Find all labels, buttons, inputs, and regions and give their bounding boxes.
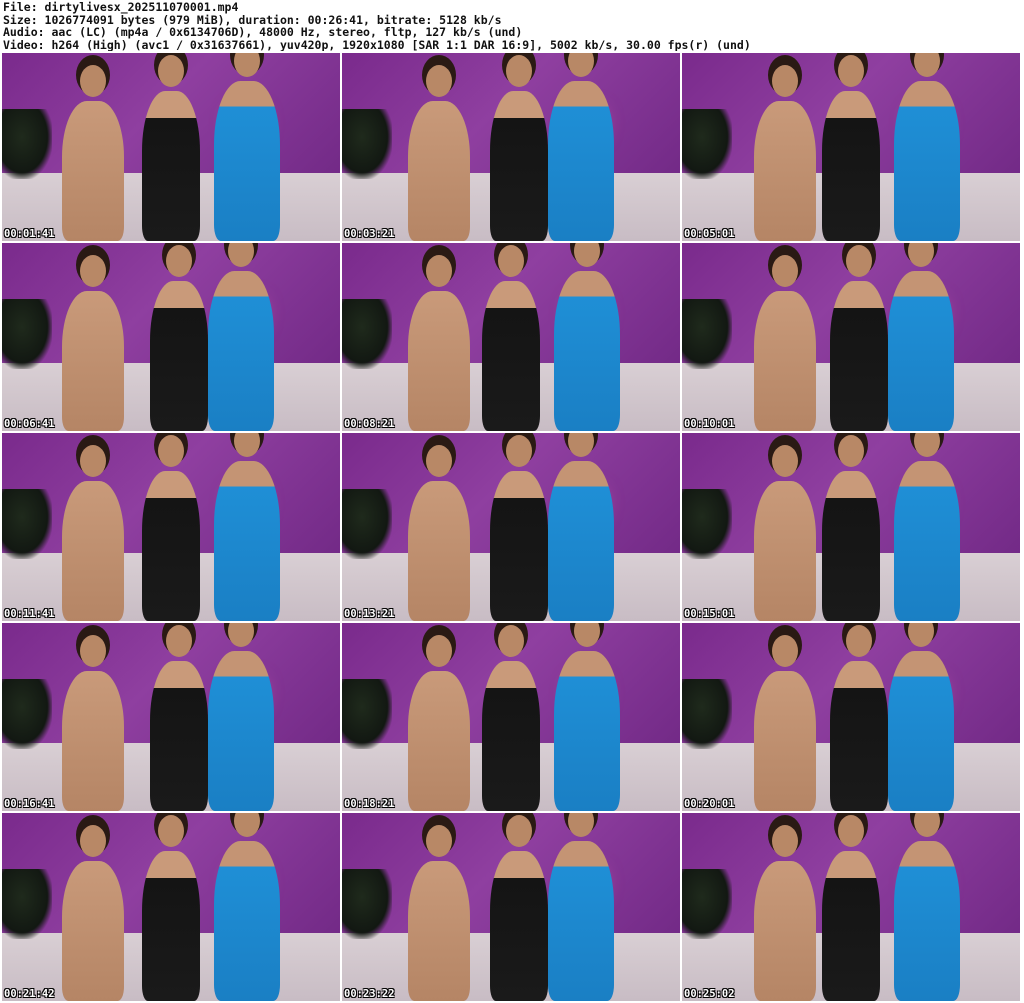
person-silhouette (214, 813, 280, 1001)
person-silhouette (150, 625, 208, 811)
video-thumbnail: 00:13:21 (342, 433, 680, 621)
thumbnail-timestamp: 00:15:01 (684, 608, 735, 620)
plant-decoration (2, 489, 52, 560)
video-thumbnail: 00:21:42 (2, 813, 340, 1001)
video-thumbnail: 00:20:01 (682, 623, 1020, 811)
person-silhouette (754, 65, 816, 241)
person-silhouette (894, 813, 960, 1001)
plant-decoration (682, 489, 732, 560)
video-thumbnail: 00:08:21 (342, 243, 680, 431)
thumbnail-timestamp: 00:25:02 (684, 988, 735, 1000)
file-name-line: File: dirtylivesx_202511070001.mp4 (3, 1, 239, 14)
plant-decoration (682, 869, 732, 940)
person-silhouette (142, 55, 200, 241)
video-thumbnail: 00:01:41 (2, 53, 340, 241)
person-silhouette (62, 825, 124, 1001)
thumbnail-timestamp: 00:18:21 (344, 798, 395, 810)
person-silhouette (888, 623, 954, 811)
thumbnail-timestamp: 00:01:41 (4, 228, 55, 240)
person-silhouette (408, 65, 470, 241)
plant-decoration (342, 489, 392, 560)
person-silhouette (62, 635, 124, 811)
thumbnail-grid: 00:01:41 00:03:21 00:05:01 00:06:41 00:08:21… (2, 53, 1022, 1001)
person-silhouette (208, 243, 274, 431)
thumbnail-timestamp: 00:20:01 (684, 798, 735, 810)
person-silhouette (548, 433, 614, 621)
video-thumbnail: 00:03:21 (342, 53, 680, 241)
thumbnail-timestamp: 00:21:42 (4, 988, 55, 1000)
person-silhouette (490, 55, 548, 241)
audio-info-line: Audio: aac (LC) (mp4a / 0x6134706D), 480… (3, 25, 523, 40)
person-silhouette (894, 433, 960, 621)
video-info-line: Video: h264 (High) (avc1 / 0x31637661), … (3, 37, 751, 51)
video-thumbnail: 00:05:01 (682, 53, 1020, 241)
plant-decoration (2, 109, 52, 180)
person-silhouette (214, 53, 280, 241)
thumbnail-timestamp: 00:08:21 (344, 418, 395, 430)
person-silhouette (548, 813, 614, 1001)
person-silhouette (142, 815, 200, 1001)
person-silhouette (754, 255, 816, 431)
person-silhouette (62, 255, 124, 431)
video-thumbnail: 00:18:21 (342, 623, 680, 811)
plant-decoration (682, 299, 732, 370)
person-silhouette (830, 625, 888, 811)
thumbnail-timestamp: 00:10:01 (684, 418, 735, 430)
person-silhouette (894, 53, 960, 241)
video-thumbnail: 00:25:02 (682, 813, 1020, 1001)
plant-decoration (2, 869, 52, 940)
video-thumbnail: 00:23:22 (342, 813, 680, 1001)
person-silhouette (150, 245, 208, 431)
person-silhouette (408, 445, 470, 621)
video-thumbnail: 00:16:41 (2, 623, 340, 811)
person-silhouette (408, 255, 470, 431)
plant-decoration (682, 679, 732, 750)
person-silhouette (754, 825, 816, 1001)
person-silhouette (62, 65, 124, 241)
person-silhouette (822, 435, 880, 621)
plant-decoration (2, 299, 52, 370)
person-silhouette (822, 55, 880, 241)
thumbnail-timestamp: 00:06:41 (4, 418, 55, 430)
person-silhouette (554, 243, 620, 431)
person-silhouette (548, 53, 614, 241)
person-silhouette (208, 623, 274, 811)
person-silhouette (408, 635, 470, 811)
person-silhouette (62, 445, 124, 621)
person-silhouette (214, 433, 280, 621)
plant-decoration (342, 109, 392, 180)
person-silhouette (754, 445, 816, 621)
plant-decoration (342, 869, 392, 940)
person-silhouette (490, 815, 548, 1001)
person-silhouette (830, 245, 888, 431)
thumbnail-timestamp: 00:11:41 (4, 608, 55, 620)
person-silhouette (408, 825, 470, 1001)
person-silhouette (142, 435, 200, 621)
person-silhouette (888, 243, 954, 431)
plant-decoration (2, 679, 52, 750)
thumbnail-timestamp: 00:23:22 (344, 988, 395, 1000)
file-info-header: File: dirtylivesx_202511070001.mp4 Size:… (3, 1, 1021, 51)
person-silhouette (754, 635, 816, 811)
person-silhouette (554, 623, 620, 811)
thumbnail-timestamp: 00:16:41 (4, 798, 55, 810)
thumbnail-timestamp: 00:05:01 (684, 228, 735, 240)
person-silhouette (822, 815, 880, 1001)
person-silhouette (482, 625, 540, 811)
video-thumbnail: 00:06:41 (2, 243, 340, 431)
plant-decoration (342, 299, 392, 370)
person-silhouette (490, 435, 548, 621)
video-thumbnail: 00:15:01 (682, 433, 1020, 621)
plant-decoration (682, 109, 732, 180)
person-silhouette (482, 245, 540, 431)
thumbnail-timestamp: 00:03:21 (344, 228, 395, 240)
thumbnail-timestamp: 00:13:21 (344, 608, 395, 620)
plant-decoration (342, 679, 392, 750)
video-thumbnail: 00:11:41 (2, 433, 340, 621)
video-thumbnail: 00:10:01 (682, 243, 1020, 431)
